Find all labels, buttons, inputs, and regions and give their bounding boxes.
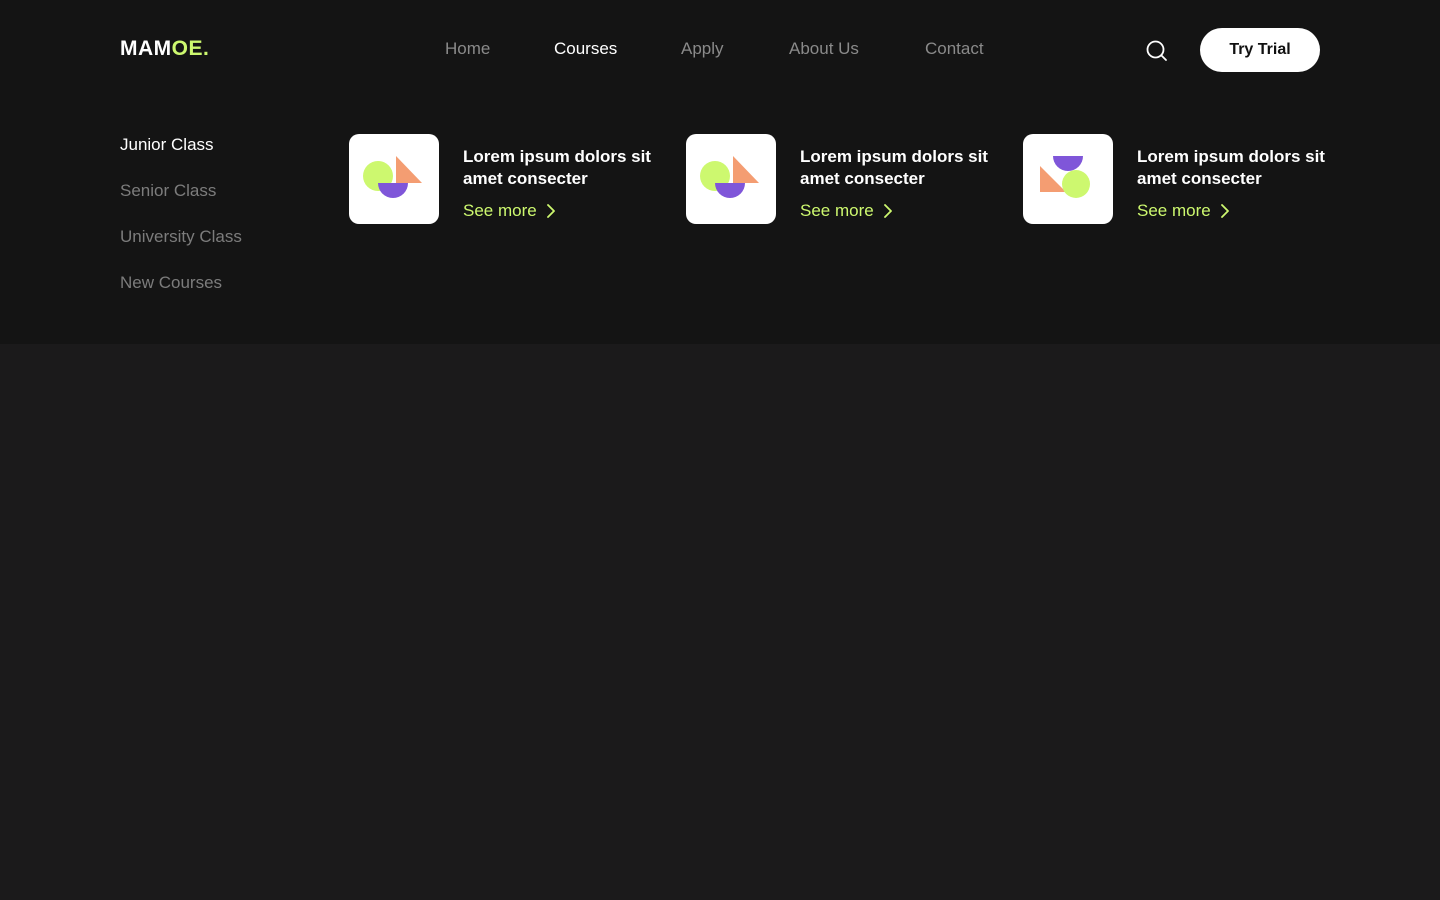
- card-icon-tile: [686, 134, 776, 224]
- see-more-label: See more: [1137, 201, 1211, 220]
- logo-text-accent: OE.: [171, 37, 210, 60]
- category-university-class[interactable]: University Class: [120, 226, 242, 248]
- header-mega-menu-panel: MAM OE. Home Courses Apply About Us Conta…: [0, 0, 1440, 344]
- course-card[interactable]: Lorem ipsum dolors sit amet consecter Se…: [1023, 134, 1325, 224]
- chevron-right-icon: [883, 204, 892, 218]
- card-title: Lorem ipsum dolors sit amet consecter: [463, 147, 651, 188]
- course-card[interactable]: Lorem ipsum dolors sit amet consecter Se…: [349, 134, 651, 224]
- see-more-link[interactable]: See more: [463, 200, 555, 222]
- search-button[interactable]: [1142, 36, 1172, 66]
- category-senior-class[interactable]: Senior Class: [120, 180, 216, 202]
- card-title: Lorem ipsum dolors sit amet consecter: [800, 147, 988, 188]
- see-more-label: See more: [800, 201, 874, 220]
- nav-apply[interactable]: Apply: [681, 36, 724, 62]
- see-more-link[interactable]: See more: [800, 200, 892, 222]
- shapes-icon: [700, 156, 759, 198]
- card-title: Lorem ipsum dolors sit amet consecter: [1137, 147, 1325, 188]
- card-icon-tile: [349, 134, 439, 224]
- nav-contact[interactable]: Contact: [925, 36, 984, 62]
- nav-home[interactable]: Home: [445, 36, 490, 62]
- chevron-right-icon: [1220, 204, 1229, 218]
- try-trial-button[interactable]: Try Trial: [1200, 28, 1320, 72]
- card-icon-tile: [1023, 134, 1113, 224]
- brand-logo[interactable]: MAM OE.: [120, 36, 209, 62]
- shapes-alt-icon: [1040, 156, 1090, 198]
- category-new-courses[interactable]: New Courses: [120, 272, 222, 294]
- course-card[interactable]: Lorem ipsum dolors sit amet consecter Se…: [686, 134, 988, 224]
- shapes-icon: [363, 156, 422, 198]
- category-junior-class[interactable]: Junior Class: [120, 134, 214, 156]
- nav-about-us[interactable]: About Us: [789, 36, 859, 62]
- nav-courses[interactable]: Courses: [554, 36, 617, 62]
- see-more-label: See more: [463, 201, 537, 220]
- chevron-right-icon: [546, 204, 555, 218]
- search-icon: [1146, 40, 1167, 61]
- see-more-link[interactable]: See more: [1137, 200, 1229, 222]
- logo-text-white: MAM: [120, 37, 172, 60]
